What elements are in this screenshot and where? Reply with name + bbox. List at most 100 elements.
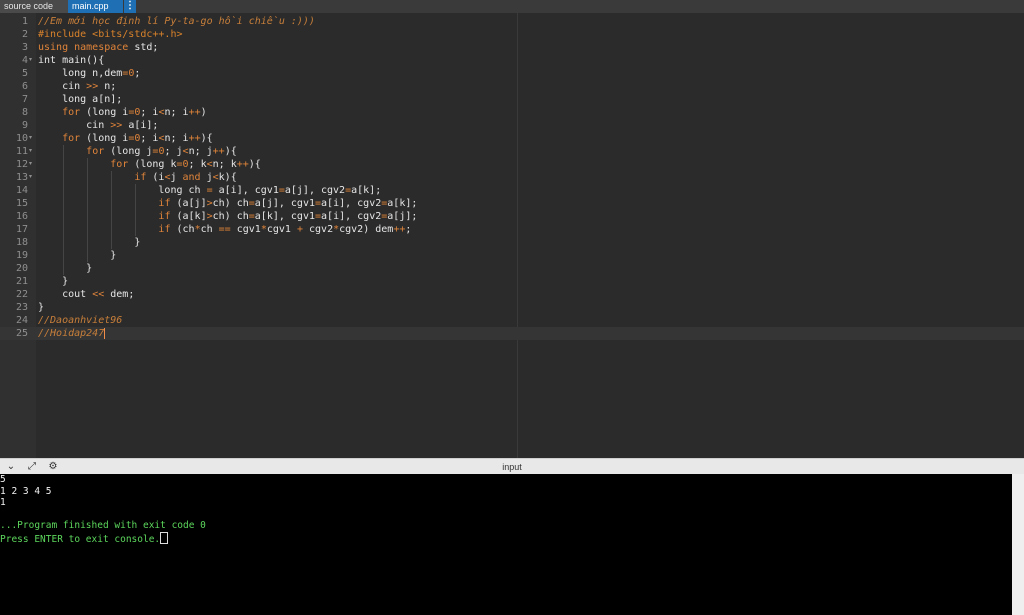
line-number: 20 [15,263,28,274]
code-line[interactable]: 23} [0,301,1024,314]
line-number: 24 [15,315,28,326]
code-lines[interactable]: 1 //Em mới học định lí Py-ta-go hồi chiều… [0,15,1024,340]
line-number: 10 [15,133,28,144]
settings-icon[interactable]: ⚙ [46,460,60,474]
code-line[interactable]: 9 cin >> a[i]; [0,119,1024,132]
code-text[interactable]: cin >> a[i]; [38,119,158,132]
code-text[interactable]: int main(){ [38,54,104,67]
line-number: 25 [15,328,28,339]
line-number: 4 [21,55,28,66]
code-text[interactable]: long a[n]; [38,93,122,106]
code-line[interactable]: 24 //Daoanhviet96 [0,314,1024,327]
line-number: 19 [15,250,28,261]
code-text[interactable]: } [38,249,116,262]
code-text[interactable]: if (ch*ch == cgv1*cgv1 + cgv2*cgv2) dem+… [38,223,411,236]
code-text[interactable]: cin >> n; [38,80,116,93]
code-text[interactable]: if (i<j and j<k){ [38,171,236,184]
tab-main-cpp[interactable]: main.cpp [68,0,123,13]
code-line[interactable]: 10 ▾ for (long i=0; i<n; i++){ [0,132,1024,145]
fold-toggle-icon[interactable]: ▾ [29,145,35,158]
line-number: 5 [21,68,28,79]
code-line[interactable]: 17 if (ch*ch == cgv1*cgv1 + cgv2*cgv2) d… [0,223,1024,236]
code-line[interactable]: 11 ▾ for (long j=0; j<n; j++){ [0,145,1024,158]
code-line[interactable]: 25 //Hoidap247 [0,327,1024,340]
code-line[interactable]: 13 ▾ if (i<j and j<k){ [0,171,1024,184]
code-text[interactable]: #include <bits/stdc++.h> [38,28,183,41]
code-text[interactable]: for (long k=0; k<n; k++){ [38,158,261,171]
code-text[interactable]: if (a[k]>ch) ch=a[k], cgv1=a[i], cgv2=a[… [38,210,417,223]
code-text[interactable]: long ch = a[i], cgv1=a[j], cgv2=a[k]; [38,184,381,197]
code-line[interactable]: 18 } [0,236,1024,249]
console-line-text: 1 [0,497,6,509]
code-text[interactable]: for (long i=0; i<n; i++){ [38,132,213,145]
line-number: 8 [21,107,28,118]
console-output[interactable]: 51 2 3 4 5 1 ...Program finished with exit… [0,474,1012,615]
console-line-text: Press ENTER to exit console. [0,533,161,545]
line-number: 16 [15,211,28,222]
line-number: 12 [15,159,28,170]
code-line[interactable]: 7 long a[n]; [0,93,1024,106]
console-line: 1 [0,497,1012,509]
console-line: ...Program finished with exit code 0 [0,520,1012,532]
code-line[interactable]: 15 if (a[j]>ch) ch=a[j], cgv1=a[i], cgv2… [0,197,1024,210]
line-number: 1 [21,16,28,27]
line-number: 22 [15,289,28,300]
line-number: 15 [15,198,28,209]
code-line[interactable]: 12 ▾ for (long k=0; k<n; k++){ [0,158,1024,171]
line-number: 11 [15,146,28,157]
code-line[interactable]: 5 long n,dem=0; [0,67,1024,80]
code-line[interactable]: 20 } [0,262,1024,275]
tab-source-code[interactable]: source code [0,0,68,13]
code-text[interactable]: } [38,236,140,249]
code-text[interactable]: if (a[j]>ch) ch=a[j], cgv1=a[i], cgv2=a[… [38,197,417,210]
code-line[interactable]: 3 using namespace std; [0,41,1024,54]
terminal-cursor [160,531,169,544]
expand-icon[interactable]: ⤢ [25,460,39,474]
code-text[interactable]: //Daoanhviet96 [38,314,122,327]
collapse-icon[interactable]: ⌄ [4,460,18,474]
line-number: 3 [21,42,28,53]
code-line[interactable]: 1 //Em mới học định lí Py-ta-go hồi chiều… [0,15,1024,28]
code-line[interactable]: 6 cin >> n; [0,80,1024,93]
console-line-text: 1 2 3 4 5 [0,485,52,497]
line-number: 9 [21,120,28,131]
line-number: 17 [15,224,28,235]
fold-toggle-icon[interactable]: ▾ [29,171,35,184]
line-number: 21 [15,276,28,287]
line-number: 14 [15,185,28,196]
code-text[interactable]: //Hoidap247 [38,327,106,340]
fold-toggle-icon[interactable]: ▾ [29,132,35,145]
code-line[interactable]: 14 long ch = a[i], cgv1=a[j], cgv2=a[k]; [0,184,1024,197]
console-line-text: ...Program finished with exit code 0 [0,520,206,532]
io-panel-header: input ⌄ ⤢ ⚙ [0,458,1024,475]
code-text[interactable]: } [38,301,44,314]
fold-toggle-icon[interactable]: ▾ [29,54,35,67]
code-text[interactable]: } [38,275,68,288]
line-number: 23 [15,302,28,313]
code-line[interactable]: 16 if (a[k]>ch) ch=a[k], cgv1=a[i], cgv2… [0,210,1024,223]
line-number: 7 [21,94,28,105]
code-line[interactable]: 21 } [0,275,1024,288]
io-panel-title: input [502,462,522,472]
code-text[interactable]: for (long i=0; i<n; i++) [38,106,207,119]
code-text[interactable]: cout << dem; [38,288,134,301]
console-line-text: 5 [0,474,6,485]
line-number: 18 [15,237,28,248]
code-line[interactable]: 4 ▾ int main(){ [0,54,1024,67]
code-text[interactable]: } [38,262,92,275]
code-line[interactable]: 2 #include <bits/stdc++.h> [0,28,1024,41]
code-text[interactable]: using namespace std; [38,41,158,54]
code-text[interactable]: //Em mới học định lí Py-ta-go hồi chiều … [38,15,315,28]
code-line[interactable]: 19 } [0,249,1024,262]
code-line[interactable]: 22 cout << dem; [0,288,1024,301]
code-line[interactable]: 8 for (long i=0; i<n; i++) [0,106,1024,119]
line-number: 6 [21,81,28,92]
console-scrollbar[interactable] [1012,474,1024,615]
code-text[interactable]: for (long j=0; j<n; j++){ [38,145,237,158]
fold-toggle-icon[interactable]: ▾ [29,158,35,171]
line-number: 2 [21,29,28,40]
tab-menu-icon[interactable]: ⋮ [124,0,136,13]
code-editor[interactable]: 1 //Em mới học định lí Py-ta-go hồi chiều… [0,13,1024,458]
code-text[interactable]: long n,dem=0; [38,67,140,80]
